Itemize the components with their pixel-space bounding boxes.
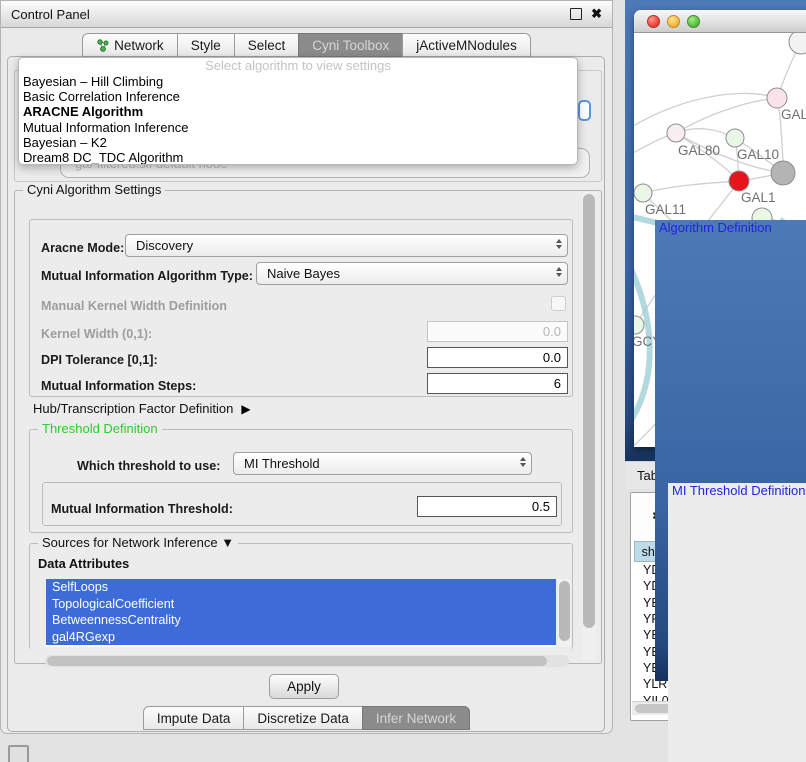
attribute-item-selfloops[interactable]: SelfLoops bbox=[46, 579, 556, 596]
algorithm-combo-stepper[interactable] bbox=[578, 100, 591, 121]
algorithm-option-basic-correlation-inference[interactable]: Basic Correlation Inference bbox=[19, 89, 577, 104]
tab-network[interactable]: Network bbox=[82, 33, 178, 57]
control-panel-titlebar: Control Panel ✖ bbox=[1, 1, 612, 28]
network-tab-icon bbox=[96, 38, 109, 52]
mi-steps-label: Mutual Information Steps: bbox=[41, 379, 196, 393]
network-node-gal[interactable] bbox=[767, 88, 787, 108]
aracne-mode-value: Discovery bbox=[136, 238, 193, 253]
network-edge[interactable] bbox=[676, 98, 777, 133]
network-edge[interactable] bbox=[643, 181, 739, 193]
network-node-gal1[interactable] bbox=[729, 171, 749, 191]
algorithm-option-bayesian-hill-climbing[interactable]: Bayesian – Hill Climbing bbox=[19, 74, 577, 89]
mac-close-icon[interactable] bbox=[647, 15, 660, 28]
sources-legend[interactable]: Sources for Network Inference ▼ bbox=[38, 535, 238, 550]
tab-label: jActiveMNodules bbox=[416, 38, 517, 53]
collapse-down-icon: ▼ bbox=[221, 535, 234, 550]
control-panel-title: Control Panel bbox=[11, 7, 90, 22]
dpi-tolerance-label: DPI Tolerance [0,1]: bbox=[41, 353, 158, 367]
network-node[interactable] bbox=[789, 33, 806, 54]
apply-button[interactable]: Apply bbox=[269, 674, 339, 699]
algorithm-definition-group: Algorithm Definition Aracne Mode: Discov… bbox=[29, 219, 573, 397]
data-attributes-label: Data Attributes bbox=[38, 556, 129, 571]
combo-stepper-icon bbox=[556, 239, 562, 249]
mi-algorithm-type-value: Naive Bayes bbox=[267, 266, 340, 281]
tab-label: Impute Data bbox=[157, 711, 231, 726]
sources-horizontal-scrollbar[interactable] bbox=[45, 655, 569, 667]
algorithm-option-aracne-algorithm[interactable]: ARACNE Algorithm bbox=[19, 104, 577, 119]
cyni-settings-legend: Cyni Algorithm Settings bbox=[23, 182, 165, 197]
control-panel-tabs: Network Style Select Cyni Toolbox jActiveMNo… bbox=[0, 33, 613, 57]
mi-threshold-definition-group: MI Threshold Definition Mutual Informati… bbox=[42, 482, 562, 526]
tab-label: Style bbox=[191, 38, 221, 53]
algorithm-option-bayesian-k2[interactable]: Bayesian – K2 bbox=[19, 135, 577, 150]
mi-steps-field[interactable] bbox=[427, 373, 568, 394]
mi-threshold-field[interactable] bbox=[417, 496, 557, 517]
which-threshold-label: Which threshold to use: bbox=[77, 459, 220, 473]
aracne-mode-label: Aracne Mode: bbox=[41, 241, 124, 255]
network-node-gal11[interactable] bbox=[634, 184, 652, 202]
network-node-label: GAL80 bbox=[678, 143, 720, 158]
tab-label: Infer Network bbox=[376, 711, 456, 726]
mi-threshold-label: Mutual Information Threshold: bbox=[51, 502, 233, 516]
kernel-width-field[interactable] bbox=[427, 321, 568, 342]
tab-label: Cyni Toolbox bbox=[312, 38, 389, 53]
network-node-gal80[interactable] bbox=[667, 124, 685, 142]
aracne-mode-combo[interactable]: Discovery bbox=[125, 234, 568, 257]
attribute-item-betweennesscentrality[interactable]: BetweennessCentrality bbox=[46, 612, 556, 629]
attribute-item-gal4rgexp[interactable]: gal4RGexp bbox=[46, 629, 556, 646]
algorithm-dropdown-popup: Select algorithm to view settings Bayesi… bbox=[18, 57, 578, 165]
attribute-list-scrollbar[interactable] bbox=[558, 579, 571, 647]
threshold-definition-group: Threshold Definition Which threshold to … bbox=[29, 429, 573, 533]
float-window-icon[interactable] bbox=[570, 8, 582, 20]
mac-zoom-icon[interactable] bbox=[687, 15, 700, 28]
tab-label: Discretize Data bbox=[257, 711, 349, 726]
sources-group: Sources for Network Inference ▼ Data Att… bbox=[29, 543, 573, 649]
collapsed-panel-icon[interactable] bbox=[8, 745, 29, 762]
network-node-label: GAL11 bbox=[645, 202, 686, 217]
mi-threshold-definition-legend: MI Threshold Definition bbox=[668, 483, 806, 762]
hub-definition-toggle[interactable]: Hub/Transcription Factor Definition ▶ bbox=[33, 401, 251, 416]
kernel-width-label: Kernel Width (0,1): bbox=[41, 327, 152, 341]
tab-cyni-toolbox[interactable]: Cyni Toolbox bbox=[298, 33, 403, 57]
network-node-gcy1[interactable] bbox=[634, 316, 644, 334]
algorithm-option-dream8-dc-tdc-algorithm[interactable]: Dream8 DC_TDC Algorithm bbox=[19, 150, 577, 165]
expand-right-icon: ▶ bbox=[241, 402, 250, 416]
network-node-label: GAL bbox=[781, 107, 806, 122]
manual-kernel-width-label: Manual Kernel Width Definition bbox=[41, 299, 227, 313]
tab-impute-data[interactable]: Impute Data bbox=[143, 706, 245, 730]
cyni-algorithm-settings-box: Cyni Algorithm Settings Algorithm Defini… bbox=[14, 190, 602, 664]
dpi-tolerance-field[interactable] bbox=[427, 347, 568, 368]
threshold-definition-legend: Threshold Definition bbox=[38, 421, 162, 436]
algorithm-popup-placeholder: Select algorithm to view settings bbox=[19, 58, 577, 74]
close-icon[interactable]: ✖ bbox=[591, 9, 602, 19]
hub-definition-label: Hub/Transcription Factor Definition bbox=[33, 401, 233, 416]
screen: Control Panel ✖ Network Style Select Cyni T… bbox=[0, 0, 806, 762]
which-threshold-value: MI Threshold bbox=[244, 456, 320, 471]
data-attributes-list: SelfLoopsTopologicalCoefficientBetweenne… bbox=[46, 579, 556, 647]
network-edge[interactable] bbox=[634, 93, 777, 129]
mac-minimize-icon[interactable] bbox=[667, 15, 680, 28]
attribute-item-topologicalcoefficient[interactable]: TopologicalCoefficient bbox=[46, 596, 556, 613]
tab-select[interactable]: Select bbox=[234, 33, 300, 57]
which-threshold-combo[interactable]: MI Threshold bbox=[233, 452, 532, 475]
cyni-sub-tabs: Impute Data Discretize Data Infer Network bbox=[0, 706, 613, 730]
network-node[interactable] bbox=[771, 161, 795, 185]
network-node-label: GAL10 bbox=[737, 147, 779, 162]
algorithm-option-mutual-information-inference[interactable]: Mutual Information Inference bbox=[19, 120, 577, 135]
network-node-label: GAL1 bbox=[741, 190, 776, 205]
tab-discretize-data[interactable]: Discretize Data bbox=[243, 706, 363, 730]
mi-algorithm-type-combo[interactable]: Naive Bayes bbox=[256, 262, 568, 285]
tab-style[interactable]: Style bbox=[177, 33, 235, 57]
combo-stepper-icon bbox=[520, 457, 526, 467]
combo-stepper-icon bbox=[556, 267, 562, 277]
network-window-titlebar bbox=[634, 10, 806, 33]
tab-label: Network bbox=[114, 38, 164, 53]
mi-algorithm-type-label: Mutual Information Algorithm Type: bbox=[41, 269, 253, 283]
network-node-gal10[interactable] bbox=[726, 129, 744, 147]
tab-infer-network[interactable]: Infer Network bbox=[362, 706, 470, 730]
cyni-vertical-scrollbar[interactable] bbox=[582, 192, 596, 660]
tab-jactivemnodules[interactable]: jActiveMNodules bbox=[402, 33, 531, 57]
manual-kernel-width-checkbox[interactable] bbox=[551, 296, 566, 311]
tab-label: Select bbox=[248, 38, 286, 53]
